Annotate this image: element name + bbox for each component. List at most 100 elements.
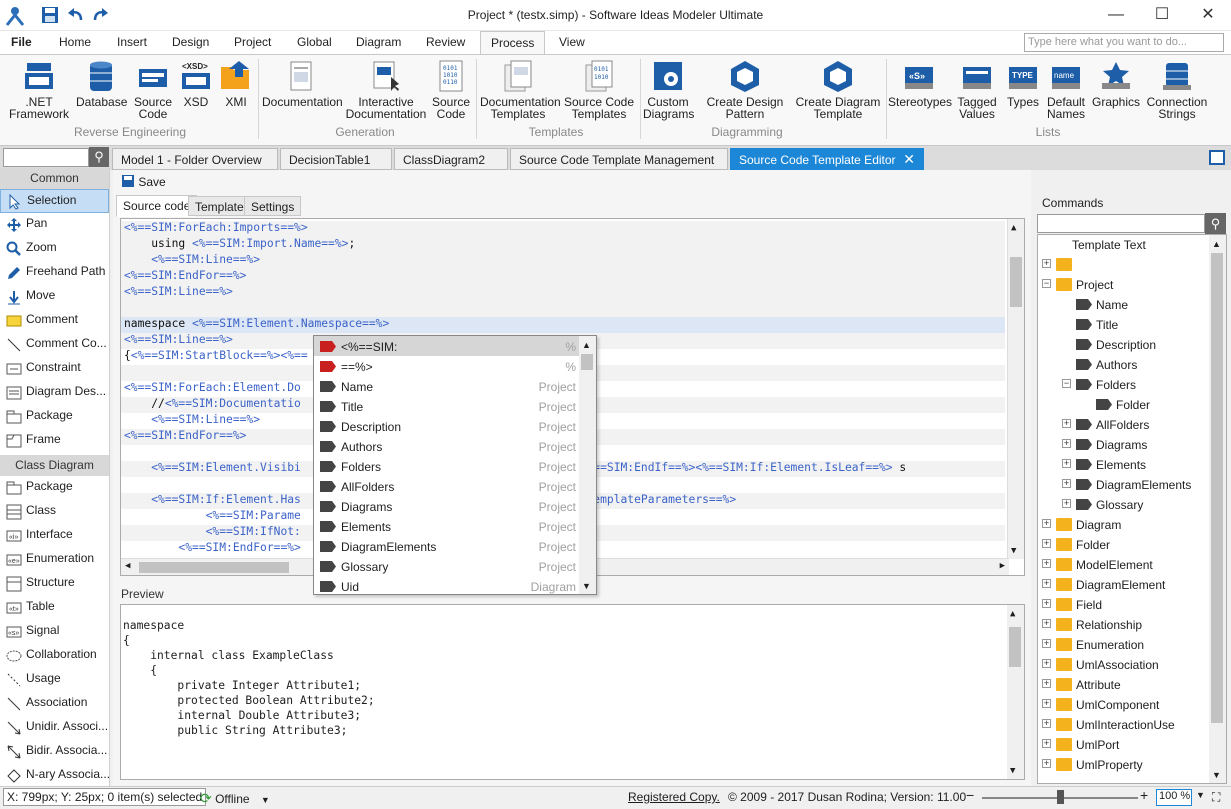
- expand-icon[interactable]: +: [1042, 599, 1051, 608]
- autocomplete-item[interactable]: DiagramElements Project: [314, 536, 580, 556]
- autocomplete-item[interactable]: Uid Diagram: [314, 576, 580, 594]
- expand-icon[interactable]: +: [1042, 659, 1051, 668]
- tool-move[interactable]: Move: [0, 285, 109, 309]
- xsd-button[interactable]: <XSD> XSD: [178, 59, 214, 108]
- autocomplete-item[interactable]: ==%>%: [314, 356, 580, 376]
- tree-node[interactable]: + Diagram: [1038, 515, 1208, 535]
- tab-template-management[interactable]: Source Code Template Management: [510, 148, 728, 170]
- documentation-button[interactable]: Documentation: [262, 59, 343, 108]
- tool-comment[interactable]: Comment: [0, 309, 109, 333]
- tree-node[interactable]: + UmlPort: [1038, 735, 1208, 755]
- window-list-icon[interactable]: [1209, 150, 1225, 165]
- scroll-down-icon[interactable]: ▼: [1011, 546, 1016, 556]
- tab-insert[interactable]: Insert: [117, 35, 147, 49]
- offline-status[interactable]: ⟳ Offline ▼: [200, 790, 270, 807]
- tree-node[interactable]: + UmlInteractionUse: [1038, 715, 1208, 735]
- tree-node[interactable]: + Diagrams: [1038, 435, 1208, 455]
- tool-collaboration[interactable]: Collaboration: [0, 644, 109, 668]
- tree-node[interactable]: Folder: [1038, 395, 1208, 415]
- expand-icon[interactable]: +: [1042, 759, 1051, 768]
- tree-node[interactable]: + Attribute: [1038, 675, 1208, 695]
- preview-scrollbar[interactable]: ▲ ▼: [1007, 605, 1024, 779]
- tool-signal[interactable]: «s» Signal: [0, 620, 109, 644]
- expand-icon[interactable]: +: [1042, 519, 1051, 528]
- search-icon[interactable]: ⚲: [1205, 213, 1226, 234]
- tab-process[interactable]: Process: [480, 31, 546, 55]
- autocomplete-item[interactable]: Title Project: [314, 396, 580, 416]
- tool-class-package[interactable]: Package: [0, 476, 109, 500]
- tool-enumeration[interactable]: «e» Enumeration: [0, 548, 109, 572]
- tool-table[interactable]: «t» Table: [0, 596, 109, 620]
- zoom-level-select[interactable]: 100 %: [1156, 789, 1192, 806]
- tool-diagram-description[interactable]: Diagram Des...: [0, 381, 109, 405]
- fit-to-page-icon[interactable]: ⛶: [1212, 790, 1220, 805]
- tab-review[interactable]: Review: [426, 35, 465, 49]
- autocomplete-item[interactable]: Name Project: [314, 376, 580, 396]
- autocomplete-item[interactable]: Diagrams Project: [314, 496, 580, 516]
- tree-node[interactable]: − Folders: [1038, 375, 1208, 395]
- expand-icon[interactable]: +: [1042, 539, 1051, 548]
- tree-node[interactable]: + DiagramElements: [1038, 475, 1208, 495]
- tab-class-diagram[interactable]: ClassDiagram2: [394, 148, 508, 170]
- tool-freehand-path[interactable]: Freehand Path: [0, 261, 109, 285]
- tool-interface[interactable]: «i» Interface: [0, 524, 109, 548]
- xmi-button[interactable]: XMI: [218, 59, 254, 108]
- toolbox-search-input[interactable]: [3, 148, 89, 167]
- tab-project[interactable]: Project: [234, 35, 271, 49]
- registered-copy-link[interactable]: Registered Copy.: [628, 790, 720, 804]
- tab-design[interactable]: Design: [172, 35, 209, 49]
- scroll-thumb[interactable]: [1211, 253, 1223, 723]
- autocomplete-item[interactable]: <%==SIM:%: [314, 336, 580, 356]
- tree-node[interactable]: Authors: [1038, 355, 1208, 375]
- tree-node[interactable]: − Project: [1038, 275, 1208, 295]
- expand-icon[interactable]: +: [1042, 739, 1051, 748]
- autocomplete-item[interactable]: Elements Project: [314, 516, 580, 536]
- tree-node[interactable]: Template Text: [1038, 235, 1208, 255]
- autocomplete-scrollbar[interactable]: ▲ ▼: [579, 336, 596, 594]
- autocomplete-item[interactable]: Folders Project: [314, 456, 580, 476]
- tree-node[interactable]: + Field: [1038, 595, 1208, 615]
- tool-bidirectional-association[interactable]: Bidir. Associa...: [0, 740, 109, 764]
- expand-icon[interactable]: +: [1042, 259, 1051, 268]
- tree-node[interactable]: Description: [1038, 335, 1208, 355]
- tab-global[interactable]: Global: [297, 35, 332, 49]
- scroll-down-icon[interactable]: ▼: [1010, 766, 1015, 776]
- create-design-pattern-button[interactable]: Create Design Pattern: [700, 59, 790, 120]
- tree-node[interactable]: Name: [1038, 295, 1208, 315]
- create-diagram-template-button[interactable]: Create Diagram Template: [794, 59, 882, 120]
- search-icon[interactable]: ⚲: [89, 147, 109, 167]
- tab-template[interactable]: Template: [188, 196, 251, 216]
- tagged-values-button[interactable]: Tagged Values: [954, 59, 1000, 120]
- scroll-thumb[interactable]: [581, 354, 593, 370]
- zoom-slider[interactable]: [982, 790, 1138, 804]
- scroll-down-icon[interactable]: ▼: [582, 581, 591, 591]
- toolbox-class-diagram-header[interactable]: Class Diagram: [0, 455, 109, 476]
- tree-node[interactable]: + Folder: [1038, 535, 1208, 555]
- reverse-source-code-button[interactable]: Source Code: [130, 59, 176, 120]
- tool-package[interactable]: Package: [0, 405, 109, 429]
- tree-node[interactable]: + ModelElement: [1038, 555, 1208, 575]
- chevron-down-icon[interactable]: ▼: [1196, 790, 1205, 800]
- tree-node[interactable]: + Relationship: [1038, 615, 1208, 635]
- hscroll-thumb[interactable]: [139, 562, 289, 573]
- preview-pane[interactable]: namespace { internal class ExampleClass {…: [120, 604, 1025, 780]
- tree-node[interactable]: + UmlProperty: [1038, 755, 1208, 775]
- expand-icon[interactable]: +: [1062, 419, 1071, 428]
- generate-source-code-button[interactable]: 0101 1010 0110 Source Code: [430, 59, 472, 120]
- tab-diagram[interactable]: Diagram: [356, 35, 401, 49]
- tree-scrollbar[interactable]: ▲ ▼: [1209, 235, 1226, 783]
- source-code-templates-button[interactable]: 0101 1010 Source Code Templates: [562, 59, 636, 120]
- expand-icon[interactable]: +: [1062, 479, 1071, 488]
- command-search-input[interactable]: Type here what you want to do...: [1024, 33, 1224, 52]
- graphics-button[interactable]: Graphics: [1092, 59, 1140, 108]
- tab-folder-overview[interactable]: Model 1 - Folder Overview: [112, 148, 278, 170]
- tool-selection[interactable]: Selection: [0, 189, 109, 213]
- scroll-thumb[interactable]: [1009, 627, 1021, 667]
- tree-node[interactable]: + Elements: [1038, 455, 1208, 475]
- autocomplete-item[interactable]: Authors Project: [314, 436, 580, 456]
- net-framework-button[interactable]: .NET Framework: [6, 59, 72, 120]
- scroll-up-icon[interactable]: ▲: [1010, 609, 1015, 619]
- tab-file[interactable]: File: [11, 35, 32, 49]
- tree-node[interactable]: + Glossary: [1038, 495, 1208, 515]
- interactive-documentation-button[interactable]: Interactive Documentation: [344, 59, 428, 120]
